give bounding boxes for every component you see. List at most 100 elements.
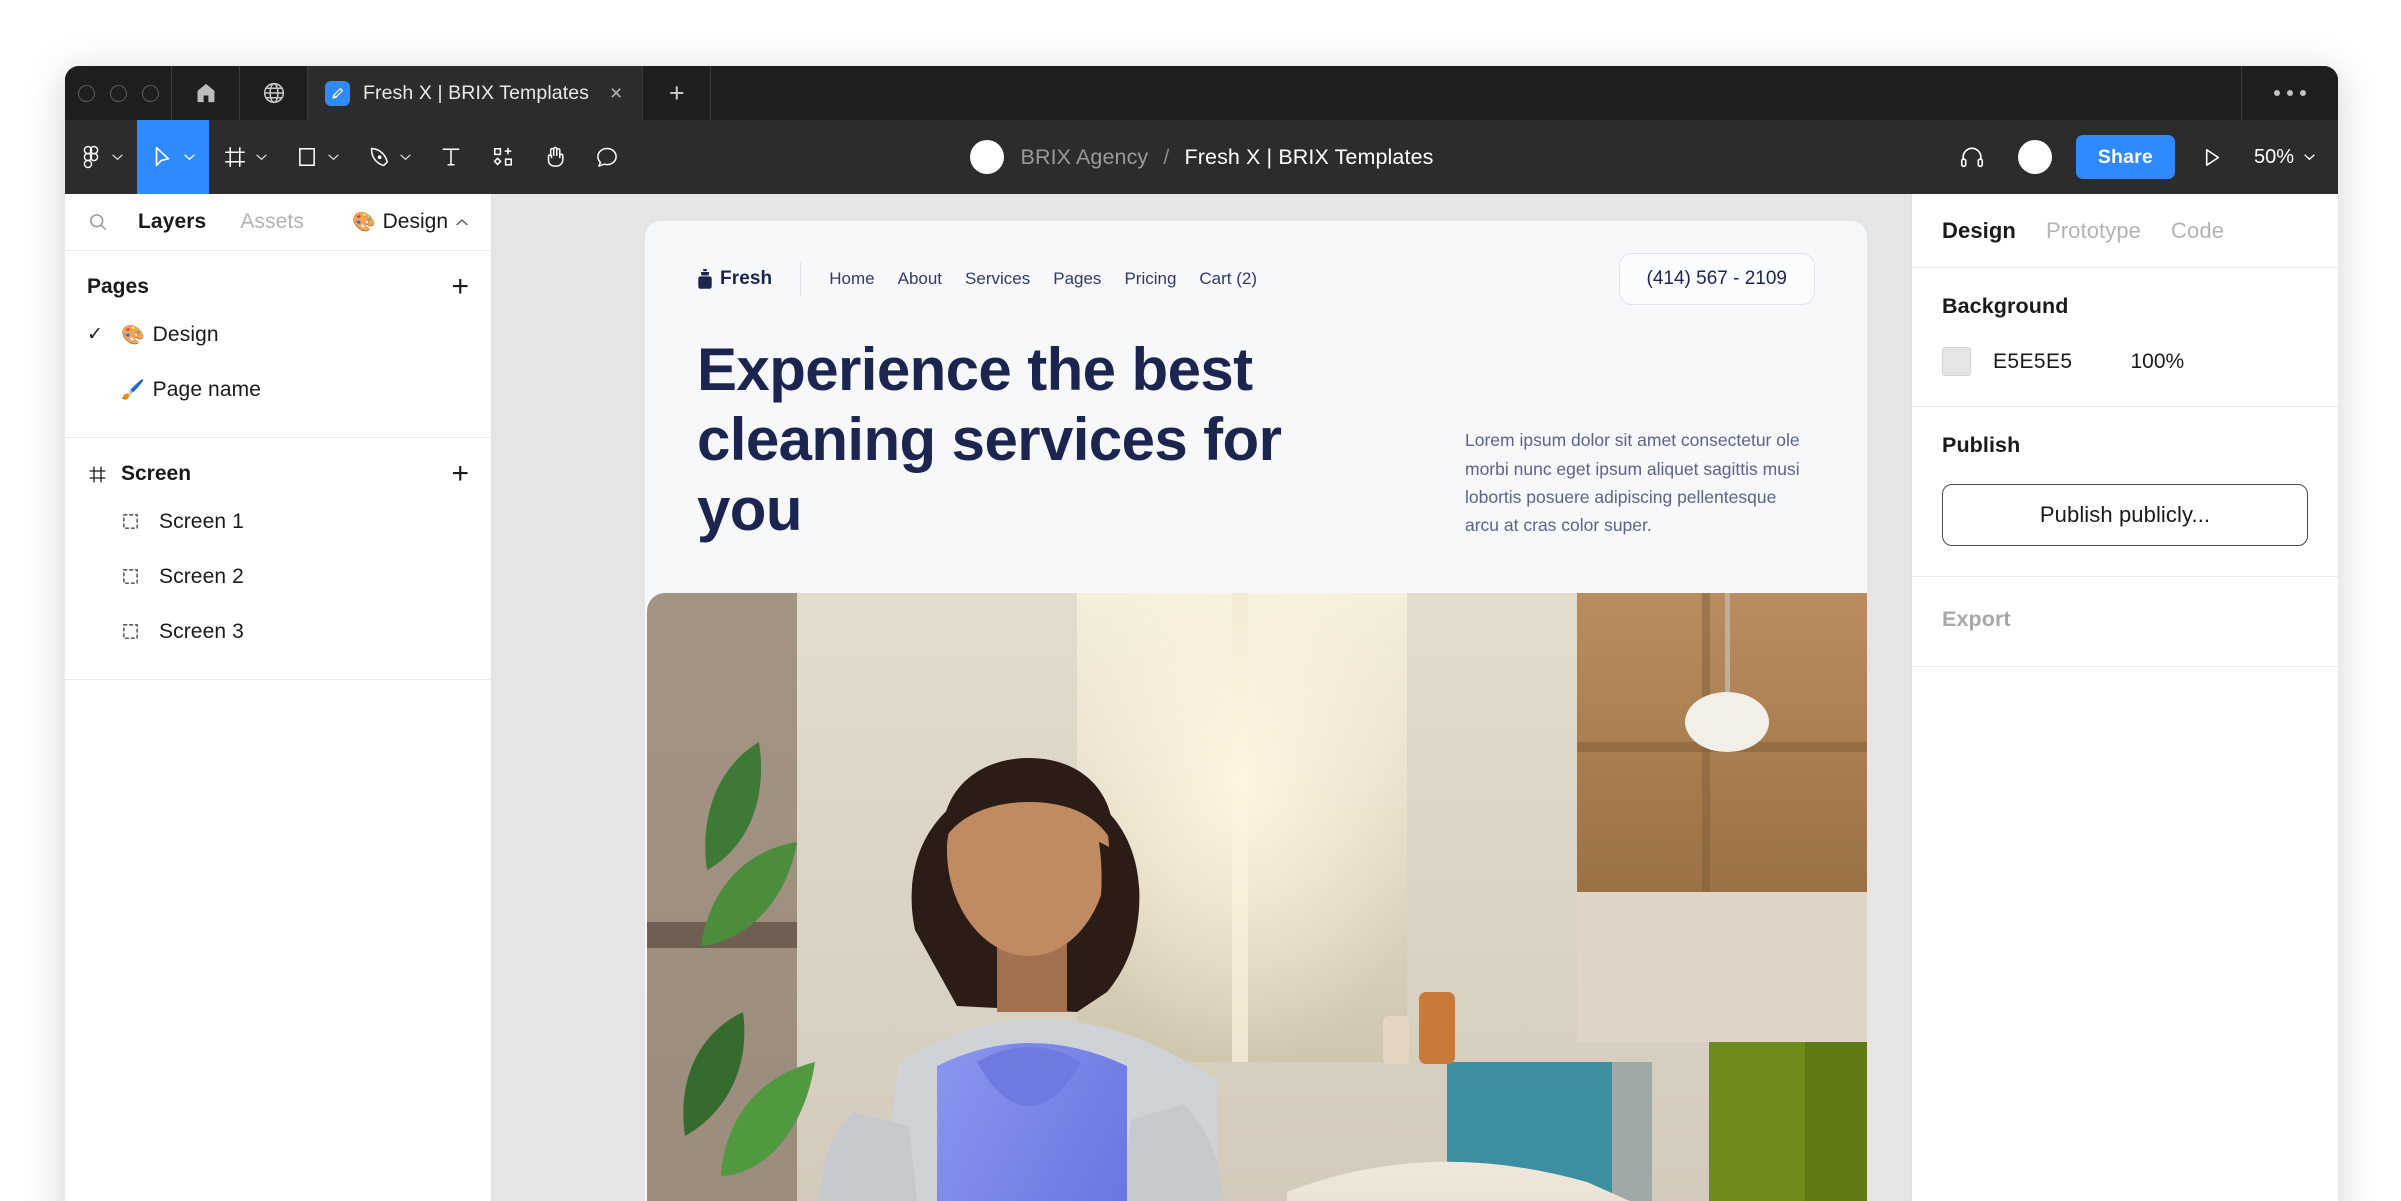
spray-bottle-icon (698, 269, 712, 289)
nav-link-home[interactable]: Home (829, 269, 874, 289)
community-button[interactable] (240, 66, 308, 120)
page-item-design[interactable]: ✓ 🎨 Design (65, 307, 491, 362)
background-color-row: E5E5E5 100% (1942, 347, 2308, 376)
close-window-button[interactable] (77, 84, 95, 102)
breadcrumb-file[interactable]: Fresh X | BRIX Templates (1185, 145, 1434, 169)
actions-tool-button[interactable] (477, 120, 529, 194)
chevron-down-icon (256, 154, 267, 161)
app-body: Layers Assets 🎨 Design Pages + ✓ 🎨 Desig… (65, 194, 2338, 1201)
pen-tool-button[interactable] (353, 120, 425, 194)
export-section: Export (1912, 577, 2338, 667)
tab-layers[interactable]: Layers (121, 210, 223, 234)
frame-icon (225, 147, 245, 167)
nav-link-services[interactable]: Services (965, 269, 1030, 289)
layer-item-label: Screen 1 (159, 509, 244, 533)
page-item-label: Page name (152, 377, 261, 401)
tab-strip: Fresh X | BRIX Templates × + (65, 66, 2338, 120)
color-swatch[interactable] (1942, 347, 1971, 376)
nav-link-about[interactable]: About (898, 269, 942, 289)
chevron-down-icon (328, 154, 339, 161)
tab-code[interactable]: Code (2171, 218, 2254, 244)
publish-publicly-button[interactable]: Publish publicly... (1942, 484, 2308, 546)
share-button[interactable]: Share (2075, 135, 2175, 179)
collaborator-avatar[interactable] (2002, 140, 2068, 174)
nav-link-cart[interactable]: Cart (2) (1199, 269, 1257, 289)
text-t-icon (442, 148, 460, 166)
left-sidebar: Layers Assets 🎨 Design Pages + ✓ 🎨 Desig… (65, 194, 492, 1201)
chevron-down-icon (112, 154, 123, 161)
hero-photo (647, 593, 1867, 1201)
browser-tab-active[interactable]: Fresh X | BRIX Templates × (308, 66, 644, 120)
figma-menu-button[interactable] (65, 120, 137, 194)
background-opacity-value[interactable]: 100% (2130, 350, 2184, 374)
chevron-down-icon (2304, 154, 2315, 161)
breadcrumb-team[interactable]: BRIX Agency (1021, 145, 1149, 169)
comment-tool-button[interactable] (581, 120, 633, 194)
shape-tool-button[interactable] (281, 120, 353, 194)
layer-item[interactable]: Screen 3 (65, 604, 491, 659)
rectangle-icon (299, 148, 315, 166)
website-navbar: Fresh Home About Services Pages Pricing … (645, 221, 1867, 307)
search-icon (90, 214, 107, 231)
move-tool-button[interactable] (137, 120, 209, 194)
design-canvas[interactable]: Fresh Home About Services Pages Pricing … (492, 194, 1911, 1201)
dot-3 (2300, 90, 2306, 96)
text-tool-button[interactable] (425, 120, 477, 194)
tab-assets[interactable]: Assets (223, 210, 321, 234)
browser-window: Fresh X | BRIX Templates × + BRIX Agency… (65, 66, 2338, 1201)
pages-section-header: Pages + (65, 267, 491, 307)
current-page-chip[interactable]: 🎨 Design (352, 210, 469, 234)
maximize-window-button[interactable] (141, 84, 159, 102)
canvas-frame-screen-1[interactable]: Fresh Home About Services Pages Pricing … (645, 221, 1867, 1201)
globe-icon (263, 82, 284, 104)
add-frame-button[interactable]: + (451, 459, 469, 489)
tab-title: Fresh X | BRIX Templates (363, 81, 590, 104)
page-item-label: Design (152, 322, 219, 346)
phone-button[interactable]: (414) 567 - 2109 (1618, 253, 1815, 305)
background-hex-value[interactable]: E5E5E5 (1993, 350, 2072, 374)
audio-call-button[interactable] (1942, 143, 2002, 171)
zoom-control[interactable]: 50% (2240, 146, 2320, 169)
user-avatar[interactable] (969, 140, 1004, 174)
publish-section-title: Publish (1942, 433, 2021, 457)
new-tab-button[interactable]: + (643, 66, 712, 120)
nav-divider (800, 262, 802, 296)
layer-item[interactable]: Screen 2 (65, 549, 491, 604)
cleaning-photo-illustration (647, 593, 1867, 1201)
more-options-button[interactable] (2242, 66, 2338, 120)
site-logo[interactable]: Fresh (697, 268, 772, 290)
avatar (2017, 140, 2052, 174)
nav-link-pricing[interactable]: Pricing (1124, 269, 1176, 289)
right-sidebar-tabs: Design Prototype Code (1912, 194, 2338, 268)
window-controls[interactable] (65, 66, 172, 120)
layer-item-label: Screen 3 (159, 619, 244, 643)
frame-dots-icon (121, 512, 159, 531)
dot-2 (2287, 90, 2293, 96)
cursor-arrow-icon (155, 146, 170, 167)
left-sidebar-tabs: Layers Assets 🎨 Design (65, 194, 491, 251)
hero-headline: Experience the best cleaning services fo… (697, 336, 1282, 544)
home-button[interactable] (172, 66, 240, 120)
page-item-page-name[interactable]: 🖌️ Page name (65, 362, 491, 417)
right-sidebar: Design Prototype Code Background E5E5E5 … (1911, 194, 2338, 1201)
nav-link-pages[interactable]: Pages (1053, 269, 1101, 289)
headphones-icon (1960, 147, 1983, 168)
tab-design[interactable]: Design (1942, 218, 2046, 244)
layers-section-header: Screen + (65, 454, 491, 494)
present-button[interactable] (2183, 145, 2240, 170)
figma-logo-icon (83, 145, 99, 169)
background-section-title: Background (1942, 294, 2069, 318)
search-layers-button[interactable] (87, 211, 121, 233)
close-icon[interactable]: × (610, 83, 622, 104)
hand-tool-button[interactable] (529, 120, 581, 194)
hero-section: Experience the best cleaning services fo… (645, 307, 1867, 546)
palette-icon: 🎨 (351, 212, 376, 233)
layer-item[interactable]: Screen 1 (65, 494, 491, 549)
add-page-button[interactable]: + (451, 272, 469, 302)
pen-icon (370, 147, 388, 167)
tab-prototype[interactable]: Prototype (2046, 218, 2171, 244)
frame-dots-icon (121, 567, 159, 586)
layers-section-title: Screen (121, 462, 192, 485)
minimize-window-button[interactable] (109, 84, 127, 102)
frame-tool-button[interactable] (209, 120, 281, 194)
